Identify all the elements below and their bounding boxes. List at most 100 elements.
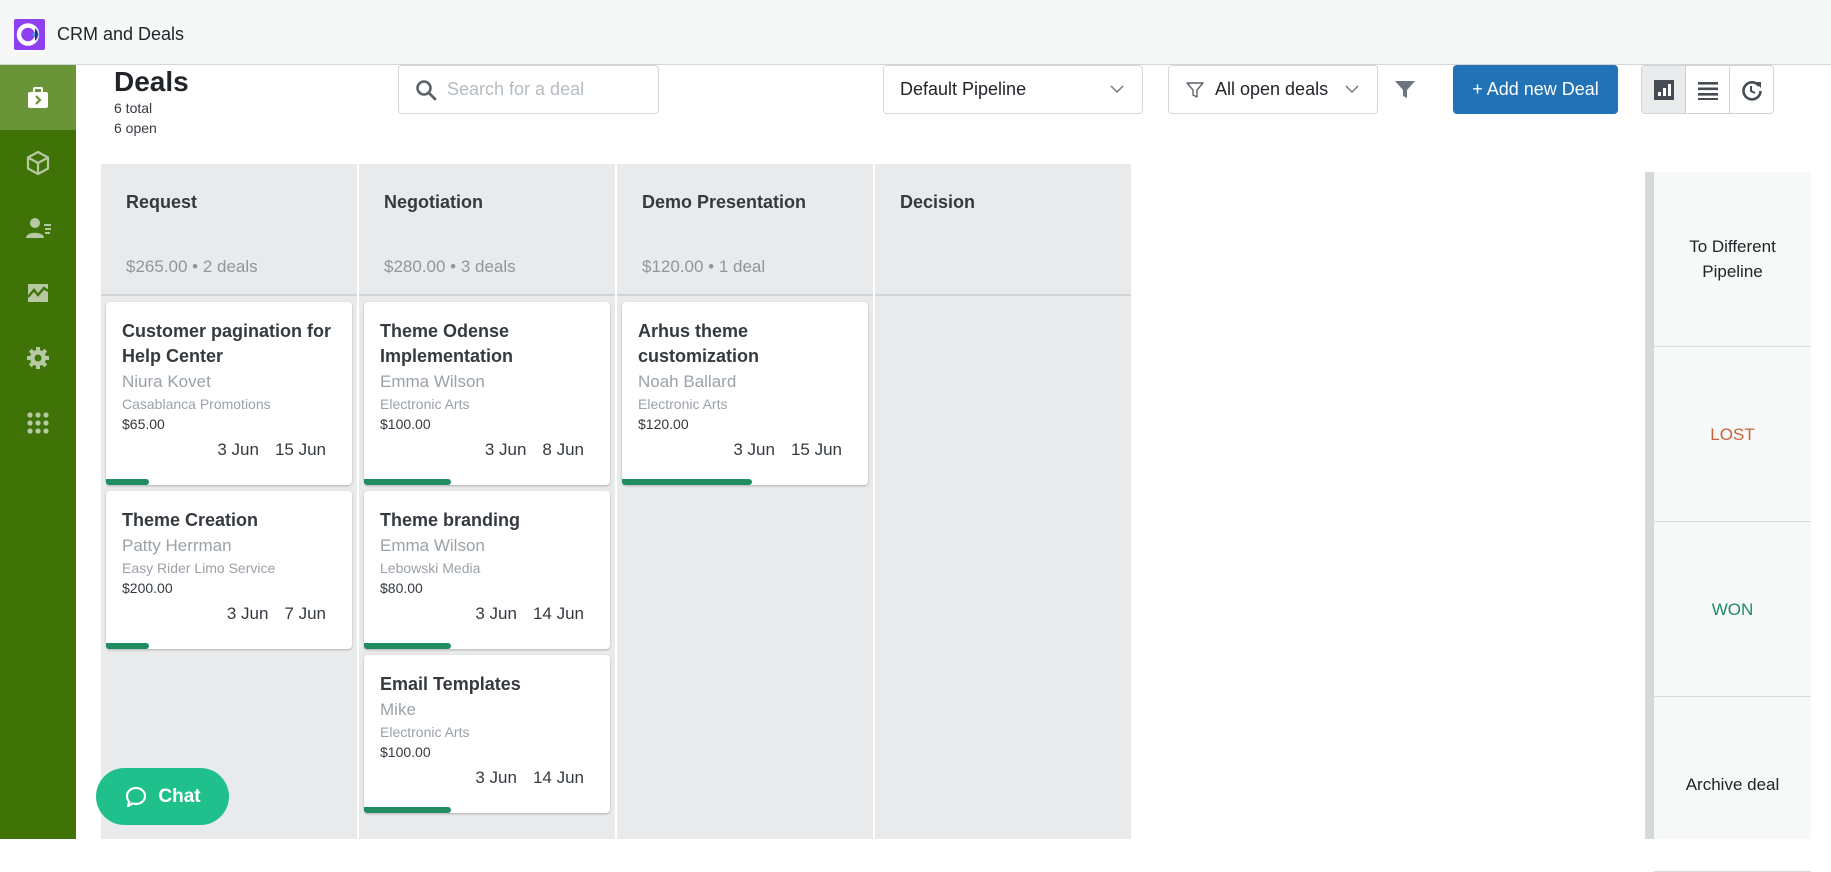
deal-amount: $65.00 [122, 416, 165, 432]
deal-dates: 3 Jun 14 Jun [380, 604, 594, 628]
filter-outline-icon [1186, 81, 1204, 98]
kanban-view-icon [1653, 79, 1674, 100]
pipeline-select[interactable]: Default Pipeline [883, 65, 1143, 114]
search-icon [416, 79, 437, 100]
deal-company: Electronic Arts [638, 396, 728, 412]
deal-title: Email Templates [380, 674, 521, 694]
deal-end-date: 7 Jun [284, 604, 326, 623]
deal-card[interactable]: Arhus theme customization Noah Ballard E… [622, 302, 868, 485]
deal-company: Lebowski Media [380, 560, 481, 576]
stage-summary: $280.00 • 3 deals [384, 257, 516, 276]
deal-start-date: 3 Jun [226, 604, 269, 623]
gear-icon [27, 346, 49, 369]
dropzone-archive[interactable]: Archive deal [1654, 697, 1811, 872]
stage-header: Demo Presentation $120.00 • 1 deal [617, 164, 873, 296]
deal-start-date: 3 Jun [475, 768, 517, 787]
deal-end-date: 15 Jun [274, 440, 326, 459]
apps-grid-icon [27, 411, 49, 434]
deal-card[interactable]: Email Templates Mike Electronic Arts $10… [364, 655, 610, 813]
deal-company: Electronic Arts [380, 396, 470, 412]
deal-filter-select[interactable]: All open deals [1168, 65, 1378, 114]
stage-progress-bar [106, 475, 352, 485]
deal-end-date: 15 Jun [790, 440, 842, 459]
stage-summary: $265.00 • 2 deals [126, 257, 258, 276]
stage-summary: $120.00 • 1 deal [642, 257, 766, 276]
stage-column: Demo Presentation $120.00 • 1 deal Arhus… [617, 164, 873, 839]
stage-column: Request $265.00 • 2 deals Customer pagin… [101, 164, 357, 839]
deal-amount: $100.00 [380, 416, 431, 432]
deal-start-date: 3 Jun [733, 440, 775, 459]
dropzone-pipeline[interactable]: To Different Pipeline [1654, 172, 1811, 347]
chevron-down-icon [1110, 85, 1124, 93]
chevron-down-icon [1345, 85, 1359, 93]
deal-dates: 3 Jun 15 Jun [122, 440, 336, 464]
stage-progress-bar [364, 475, 610, 485]
deal-title: Theme Creation [122, 510, 259, 530]
search-input[interactable] [447, 79, 647, 100]
top-bar: CRM and Deals [0, 0, 1831, 65]
deal-contact: Emma Wilson [380, 536, 485, 555]
deal-amount: $200.00 [122, 580, 173, 596]
dropzone-won[interactable]: WON [1654, 522, 1811, 697]
stage-cards: Arhus theme customization Noah Ballard E… [617, 296, 873, 485]
stage-cards: Customer pagination for Help Center Niur… [101, 296, 357, 649]
stage-column: Decision [875, 164, 1131, 839]
deal-dates: 3 Jun 8 Jun [380, 440, 594, 464]
sidebar-item-deals[interactable] [0, 65, 76, 130]
sidebar-item-products[interactable] [0, 130, 76, 195]
sidebar-item-settings[interactable] [0, 325, 76, 390]
deal-card[interactable]: Theme branding Emma Wilson Lebowski Medi… [364, 491, 610, 649]
deal-action-dropzones: To Different Pipeline LOST WON Archive deal [1645, 172, 1811, 872]
stage-progress-fill [364, 479, 451, 485]
stage-cards [875, 296, 1131, 302]
deal-start-date: 3 Jun [217, 440, 259, 459]
contacts-icon [26, 217, 51, 238]
chat-label: Chat [158, 785, 201, 807]
filter-icon [1395, 81, 1415, 98]
deal-end-date: 8 Jun [542, 440, 584, 459]
deal-card[interactable]: Theme Odense Implementation Emma Wilson … [364, 302, 610, 485]
stage-title: Request [126, 192, 198, 212]
stage-title: Demo Presentation [642, 192, 807, 212]
deal-contact: Patty Herrman [122, 536, 232, 555]
deals-open-count: 6 open [114, 120, 157, 136]
stage-progress-bar [106, 639, 352, 649]
kanban-view-button[interactable] [1642, 66, 1686, 113]
sidebar-item-contacts[interactable] [0, 195, 76, 260]
deal-dates: 3 Jun 14 Jun [380, 768, 594, 792]
pipeline-board: Request $265.00 • 2 deals Customer pagin… [101, 164, 1131, 839]
deal-card[interactable]: Theme Creation Patty Herrman Easy Rider … [106, 491, 352, 649]
stage-progress-bar [622, 475, 868, 485]
sidebar-item-reports[interactable] [0, 260, 76, 325]
dropzone-lost[interactable]: LOST [1654, 347, 1811, 522]
search-box[interactable] [398, 65, 659, 114]
timeline-view-button[interactable] [1730, 66, 1773, 113]
deal-title: Theme branding [380, 510, 521, 530]
deal-card[interactable]: Customer pagination for Help Center Niur… [106, 302, 352, 485]
deal-contact: Noah Ballard [638, 372, 737, 391]
app-logo-icon [14, 19, 45, 50]
list-view-button[interactable] [1686, 66, 1730, 113]
app-title: CRM and Deals [57, 24, 185, 44]
deal-filter-value: All open deals [1215, 79, 1329, 99]
deal-amount: $120.00 [638, 416, 689, 432]
stage-title: Negotiation [384, 192, 483, 212]
sidebar-item-apps[interactable] [0, 390, 76, 455]
deal-end-date: 14 Jun [532, 604, 584, 623]
deal-title: Theme Odense Implementation [380, 321, 514, 366]
deal-amount: $80.00 [380, 580, 423, 596]
deal-start-date: 3 Jun [475, 604, 517, 623]
chat-button[interactable]: Chat [96, 768, 229, 825]
add-new-deal-button[interactable]: + Add new Deal [1453, 65, 1618, 114]
advanced-filter-button[interactable] [1390, 72, 1420, 106]
cube-icon [26, 150, 50, 175]
pipeline-select-value: Default Pipeline [900, 79, 1027, 99]
timeline-view-icon [1741, 80, 1762, 101]
stage-column: Negotiation $280.00 • 3 deals Theme Oden… [359, 164, 615, 839]
stage-progress-bar [364, 639, 610, 649]
deal-company: Electronic Arts [380, 724, 470, 740]
deal-title: Arhus theme customization [638, 321, 760, 366]
stage-progress-fill [622, 479, 752, 485]
deal-contact: Mike [380, 700, 416, 719]
stage-progress-fill [364, 643, 451, 649]
